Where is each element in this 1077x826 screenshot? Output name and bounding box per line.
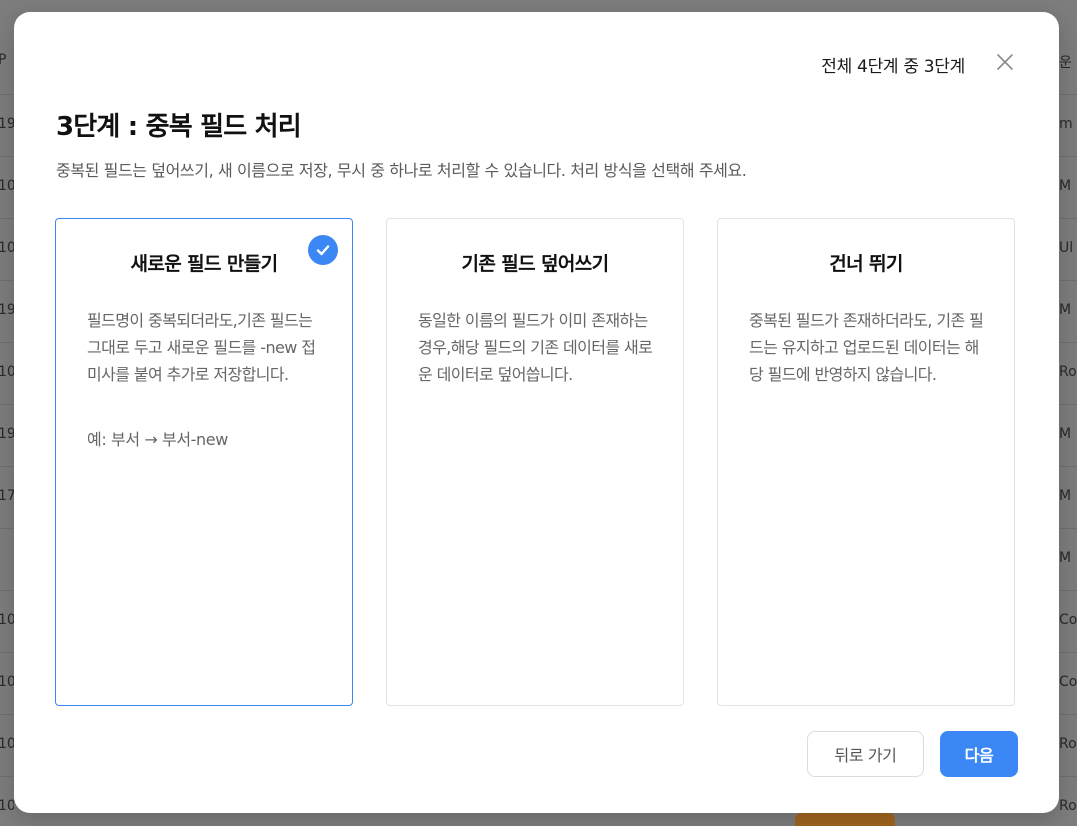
background-divider (1059, 94, 1077, 95)
background-divider (1059, 466, 1077, 467)
background-cell: 10 (0, 674, 14, 690)
background-divider (1059, 714, 1077, 715)
option-card-skip[interactable]: 건너 뛰기 중복된 필드가 존재하더라도, 기존 필드는 유지하고 업로드된 데… (717, 218, 1015, 706)
check-circle-icon (308, 235, 338, 265)
background-cell: M (1059, 488, 1072, 504)
background-cell: Co (1059, 674, 1077, 690)
background-cell: 10 (0, 612, 14, 628)
background-cell: 운 (1059, 55, 1072, 71)
option-card-overwrite-field[interactable]: 기존 필드 덮어쓰기 동일한 이름의 필드가 이미 존재하는 경우,해당 필드의… (386, 218, 684, 706)
background-divider (1059, 652, 1077, 653)
background-cell: M (1059, 178, 1072, 194)
background-divider (1059, 280, 1077, 281)
background-divider (0, 528, 14, 529)
close-icon (997, 54, 1013, 70)
modal-description: 중복된 필드는 덮어쓰기, 새 이름으로 저장, 무시 중 하나로 처리할 수 … (56, 161, 747, 180)
background-cell: 10 (0, 798, 14, 814)
background-cell: 19 (0, 302, 14, 318)
background-divider (0, 776, 14, 777)
background-cell: M (1059, 550, 1072, 566)
option-description: 필드명이 중복되더라도,기존 필드는 그대로 두고 새로운 필드를 -new 접… (87, 311, 316, 384)
modal-title: 3단계 : 중복 필드 처리 (56, 112, 302, 142)
background-cell: m (1059, 116, 1073, 132)
background-cell: Ro (1059, 364, 1077, 380)
background-cell: 19 (0, 426, 14, 442)
background-cell: 10 (0, 736, 14, 752)
background-divider (0, 466, 14, 467)
background-cell: Co (1059, 612, 1077, 628)
background-divider (0, 590, 14, 591)
option-description: 중복된 필드가 존재하더라도, 기존 필드는 유지하고 업로드된 데이터는 해당… (749, 311, 984, 384)
background-table-left: P 19 10 10 19 10 19 17 10 10 10 10 (0, 0, 14, 826)
background-divider (1059, 528, 1077, 529)
background-cell: 17 (0, 488, 14, 504)
option-description: 동일한 이름의 필드가 이미 존재하는 경우,해당 필드의 기존 데이터를 새로… (418, 311, 653, 384)
background-cell: M (1059, 426, 1072, 442)
option-title: 기존 필드 덮어쓰기 (461, 253, 609, 275)
background-divider (0, 404, 14, 405)
step-indicator: 전체 4단계 중 3단계 (821, 57, 965, 77)
close-button[interactable] (993, 50, 1017, 74)
background-divider (0, 94, 14, 95)
background-cell: Ro (1059, 736, 1077, 752)
next-button[interactable]: 다음 (940, 731, 1018, 777)
background-cell: 10 (0, 178, 14, 194)
background-cell: M (1059, 302, 1072, 318)
option-card-create-new-field[interactable]: 새로운 필드 만들기 필드명이 중복되더라도,기존 필드는 그대로 두고 새로운… (55, 218, 353, 706)
background-divider (0, 652, 14, 653)
option-title: 건너 뛰기 (829, 253, 903, 275)
background-cell: 19 (0, 116, 14, 132)
background-button-fragment (795, 812, 895, 826)
back-button[interactable]: 뒤로 가기 (807, 731, 924, 777)
background-cell: P (0, 52, 7, 68)
background-divider (1059, 156, 1077, 157)
background-divider (1059, 590, 1077, 591)
background-divider (0, 342, 14, 343)
duplicate-field-modal: 전체 4단계 중 3단계 3단계 : 중복 필드 처리 중복된 필드는 덮어쓰기… (14, 12, 1059, 813)
option-example: 예: 부서 → 부서-new (87, 430, 228, 449)
background-divider (1059, 218, 1077, 219)
background-divider (0, 280, 14, 281)
background-cell: Ul (1059, 240, 1074, 256)
background-divider (1059, 776, 1077, 777)
background-divider (0, 218, 14, 219)
background-cell: 10 (0, 240, 14, 256)
background-cell: Ro (1059, 798, 1077, 814)
background-cell: 10 (0, 364, 14, 380)
background-divider (1059, 404, 1077, 405)
background-divider (1059, 342, 1077, 343)
background-table-right: 운 m M Ul M Ro M M M Co Co Ro Ro (1059, 0, 1077, 826)
background-divider (0, 714, 14, 715)
background-divider (0, 156, 14, 157)
